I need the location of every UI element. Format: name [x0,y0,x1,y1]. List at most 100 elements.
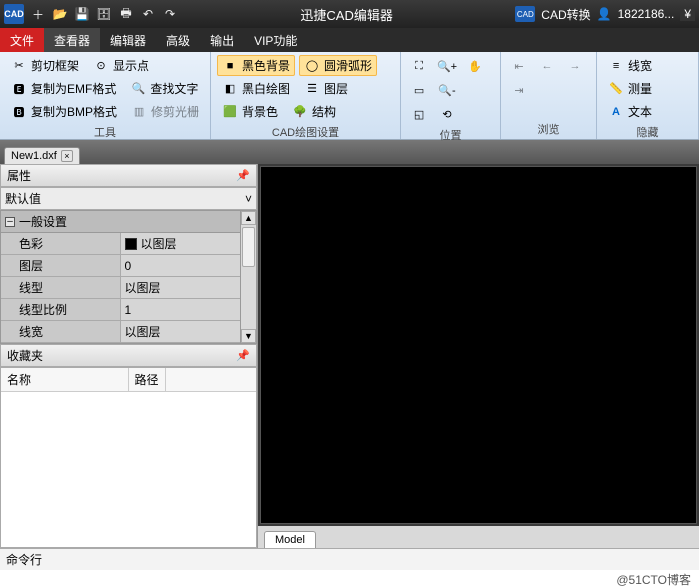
prop-key: 线宽 [1,321,121,342]
prop-value: 以图层 [121,321,241,342]
prop-row-lineweight[interactable]: 线宽 以图层 [1,321,240,343]
find-text-button[interactable]: 🔍查找文字 [125,78,203,99]
group-label-cad: CAD绘图设置 [217,122,394,140]
tab-vip[interactable]: VIP功能 [244,28,307,52]
cad-convert-button[interactable]: CAD转换 [541,6,590,23]
zoom-rect-button[interactable]: ▭ [407,79,431,101]
measure-button[interactable]: 📏测量 [603,78,657,99]
prop-row-layer[interactable]: 图层 0 [1,255,240,277]
user-icon[interactable]: 👤 [597,7,612,21]
drawing-canvas[interactable] [260,166,697,524]
bgcolor-icon: 🟩 [222,104,238,120]
prop-value: 以图层 [121,277,241,298]
undo-icon[interactable]: ↶ [140,6,156,22]
layers-button[interactable]: ☰图层 [299,78,353,99]
nav-next-button: → [563,55,587,77]
copy-emf-button[interactable]: 🅴复制为EMF格式 [6,78,121,99]
zoom-reset-icon: ⟲ [440,106,454,122]
copy-bmp-button[interactable]: 🅱复制为BMP格式 [6,101,122,122]
tab-editor[interactable]: 编辑器 [100,28,156,52]
show-points-button[interactable]: ⊙显示点 [88,55,154,76]
prop-row-linetype[interactable]: 线型 以图层 [1,277,240,299]
trim-raster-label: 修剪光栅 [151,103,199,120]
scroll-thumb[interactable] [242,227,255,267]
group-label-position: 位置 [407,125,494,143]
bg-color-button[interactable]: 🟩背景色 [217,101,283,122]
scroll-down-icon[interactable]: ▼ [241,329,256,343]
bw-draw-label: 黑白绘图 [242,80,290,97]
plus-icon[interactable]: ＋ [30,6,46,22]
ribbon-group-position: ⛶ 🔍+ ✋ ▭ 🔍- ◱ ⟲ 位置 [401,52,501,139]
currency-button[interactable]: ¥ [680,7,695,21]
footer-watermark: @51CTO博客 [0,570,699,588]
pan-button[interactable]: ✋ [463,55,487,77]
color-swatch-icon [125,238,137,250]
lineweight-button[interactable]: ≡线宽 [603,55,657,76]
properties-combo[interactable]: 默认值 ˅ [0,187,257,210]
zoom-sel-button[interactable]: ◱ [407,103,431,125]
bg-color-label: 背景色 [242,103,278,120]
tab-advanced[interactable]: 高级 [156,28,200,52]
nav-last-button: ⇥ [507,79,531,101]
layers-icon: ☰ [304,81,320,97]
bw-draw-button[interactable]: ◧黑白绘图 [217,78,295,99]
close-icon[interactable]: × [61,150,73,162]
command-line[interactable]: 命令行 [0,548,699,570]
tab-output[interactable]: 输出 [200,28,244,52]
redo-icon[interactable]: ↷ [162,6,178,22]
properties-scrollbar[interactable]: ▲ ▼ [240,211,256,343]
tab-viewer[interactable]: 查看器 [44,28,100,52]
fit-button[interactable]: ⛶ [407,55,431,77]
crop-frame-button[interactable]: ✂剪切框架 [6,55,84,76]
scroll-up-icon[interactable]: ▲ [241,211,256,225]
show-points-label: 显示点 [113,57,149,74]
bmp-icon: 🅱 [11,104,27,120]
prop-value: 0 [121,255,241,276]
cad-badge-icon: CAD [515,6,535,22]
model-tab-bar: Model [258,526,699,548]
zoom-out-button[interactable]: 🔍- [435,79,459,101]
favorites-header-row: 名称 路径 [1,368,256,392]
prop-key: 图层 [1,255,121,276]
tab-file[interactable]: 文件 [0,28,44,52]
prop-row-color[interactable]: 色彩 以图层 [1,233,240,255]
favorites-col-name[interactable]: 名称 [1,368,129,391]
zoom-reset-button[interactable]: ⟲ [435,103,459,125]
properties-section-label: 一般设置 [19,213,67,230]
structure-button[interactable]: 🌳结构 [287,101,341,122]
title-bar: CAD ＋ 📂 💾 🗄 🖶 ↶ ↷ 迅捷CAD编辑器 CAD CAD转换 👤 1… [0,0,699,28]
favorites-col-path[interactable]: 路径 [129,368,166,391]
crop-frame-label: 剪切框架 [31,57,79,74]
bg-black-button[interactable]: ■黑色背景 [217,55,295,76]
save-icon[interactable]: 💾 [74,6,90,22]
group-label-browse: 浏览 [507,119,590,137]
properties-section-header[interactable]: – 一般设置 [1,211,240,233]
smooth-arc-button[interactable]: ◯圆滑弧形 [299,55,377,76]
pin-icon[interactable]: 📌 [236,169,250,182]
lineweight-label: 线宽 [628,57,652,74]
copy-bmp-label: 复制为BMP格式 [31,103,117,120]
model-tab[interactable]: Model [264,531,316,548]
print-icon[interactable]: 🖶 [118,6,134,22]
app-title: 迅捷CAD编辑器 [178,5,515,24]
ribbon: ✂剪切框架 ⊙显示点 🅴复制为EMF格式 🔍查找文字 🅱复制为BMP格式 ▥修剪… [0,52,699,140]
crop-icon: ✂ [11,58,27,74]
save-all-icon[interactable]: 🗄 [96,6,112,22]
prop-value: 以图层 [141,235,177,252]
pin-icon[interactable]: 📌 [236,349,250,362]
nav-prev-icon: ← [540,58,554,74]
zoom-in-button[interactable]: 🔍+ [435,55,459,77]
folder-open-icon[interactable]: 📂 [52,6,68,22]
prop-row-ltscale[interactable]: 线型比例 1 [1,299,240,321]
document-tab[interactable]: New1.dxf × [4,147,80,164]
scroll-track[interactable] [241,225,256,329]
zoom-rect-icon: ▭ [412,82,426,98]
collapse-icon[interactable]: – [5,217,15,227]
chevron-down-icon: ˅ [245,192,252,206]
trim-raster-button: ▥修剪光栅 [126,101,204,122]
quick-access-toolbar: ＋ 📂 💾 🗄 🖶 ↶ ↷ [30,6,178,22]
copy-emf-label: 复制为EMF格式 [31,80,116,97]
text-style-button[interactable]: A文本 [603,101,657,122]
zoom-in-icon: 🔍+ [439,58,455,74]
favorites-panel-title: 收藏夹 📌 [0,344,257,367]
